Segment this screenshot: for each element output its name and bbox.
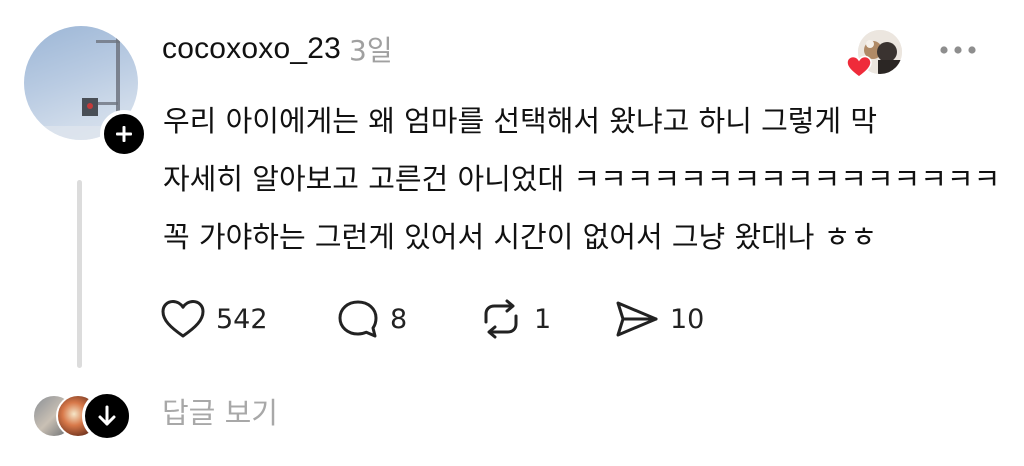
reply-avatars[interactable]	[32, 390, 142, 441]
post-body-line: 우리 아이에게는 왜 엄마를 선택해서 왔냐고 하니 그렇게 막	[163, 104, 878, 138]
arrow-down-icon	[98, 405, 116, 426]
more-options-button[interactable]	[934, 34, 982, 66]
follow-button[interactable]	[100, 110, 148, 158]
post-timestamp: 3일	[349, 34, 393, 67]
thread-connector-line	[77, 180, 82, 368]
send-icon	[616, 301, 658, 337]
heart-filled-icon	[846, 55, 872, 79]
repost-icon	[484, 299, 518, 339]
like-count: 542	[216, 303, 268, 335]
view-replies-link[interactable]: 답글 보기	[162, 390, 278, 436]
speech-bubble-icon	[338, 300, 378, 338]
post-header: cocoxoxo_23 3일	[162, 26, 393, 72]
repost-button[interactable]: 1	[478, 296, 612, 342]
post-body-line: 자세히 알아보고 고른건 아니었대 ㅋㅋㅋㅋㅋㅋㅋㅋㅋㅋㅋㅋㅋㅋㅋㅋ	[163, 162, 1001, 196]
thread-post: cocoxoxo_23 3일 우리 아이에게는 왜 엄마를 선택해서 왔냐고 하…	[0, 0, 1024, 466]
like-button[interactable]: 542	[160, 296, 336, 342]
expand-replies-button[interactable]	[82, 391, 132, 441]
author-avatar-group	[24, 26, 148, 158]
share-count: 10	[670, 303, 705, 335]
post-body: 우리 아이에게는 왜 엄마를 선택해서 왔냐고 하니 그렇게 막 자세히 알아보…	[163, 92, 1003, 266]
reply-button[interactable]: 8	[336, 296, 478, 342]
heart-outline-icon	[161, 300, 205, 338]
repost-count: 1	[534, 303, 552, 335]
username[interactable]: cocoxoxo_23	[162, 32, 341, 66]
share-button[interactable]: 10	[612, 296, 722, 342]
post-actions: 542 8 1 10	[160, 296, 722, 342]
plus-icon	[116, 126, 132, 142]
reply-count: 8	[390, 303, 408, 335]
post-body-line: 꼭 가야하는 그런게 있어서 시간이 없어서 그냥 왔대나 ㅎㅎ	[163, 220, 878, 254]
more-horizontal-icon	[940, 46, 976, 54]
